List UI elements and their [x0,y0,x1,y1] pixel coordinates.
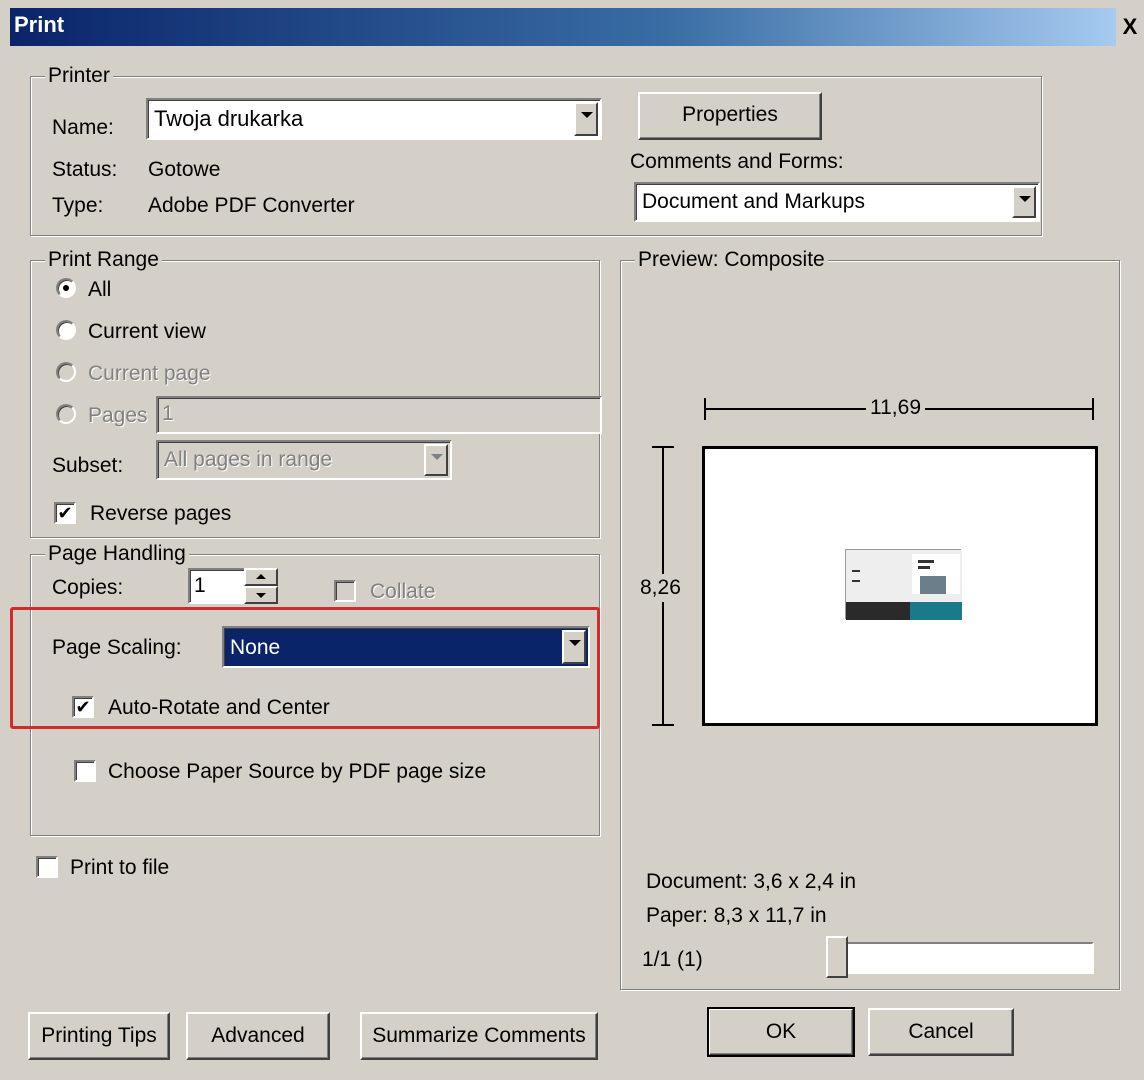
comments-forms-select[interactable]: Document and Markups [634,182,1040,222]
printer-name-value: Twoja drukarka [154,106,304,131]
page-indicator: 1/1 (1) [642,948,703,971]
page-scaling-value: None [230,636,281,659]
radio-pages[interactable] [56,404,76,424]
radio-current-view-label: Current view [88,320,206,343]
printer-type-label: Type: [52,194,104,217]
printer-name-select[interactable]: Twoja drukarka [146,98,602,140]
radio-current-page[interactable] [56,362,76,382]
subset-select[interactable]: All pages in range [156,440,452,480]
printer-name-label: Name: [52,116,114,139]
preview-legend: Preview: Composite [635,248,828,272]
print-range-group: Print Range [30,248,600,538]
paper-size: Paper: 8,3 x 11,7 in [646,904,827,927]
copies-label: Copies: [52,576,124,599]
print-to-file-checkbox[interactable] [36,856,58,878]
page-slider-thumb[interactable] [826,936,848,978]
printer-status-value: Gotowe [148,158,221,181]
height-dimension-tick-top [652,446,674,448]
print-to-file-label: Print to file [70,856,170,879]
radio-all[interactable] [56,278,76,298]
print-range-legend: Print Range [45,248,162,272]
radio-pages-label: Pages [88,404,148,427]
radio-current-view[interactable] [56,320,76,340]
collate-checkbox[interactable] [334,580,356,602]
copies-value: 1 [194,574,206,597]
pages-input-value: 1 [162,402,174,425]
subset-value: All pages in range [164,448,333,471]
copies-input[interactable]: 1 [188,568,246,604]
close-button[interactable]: X [1118,14,1142,40]
comments-forms-value: Document and Markups [642,190,865,213]
preview-height-value: 8,26 [640,574,681,602]
pages-input[interactable]: 1 [156,396,602,434]
printing-tips-button[interactable]: Printing Tips [28,1012,170,1060]
printer-legend: Printer [45,64,113,88]
copies-stepper[interactable] [244,568,278,604]
document-size: Document: 3,6 x 2,4 in [646,870,857,893]
auto-rotate-label: Auto-Rotate and Center [108,696,330,719]
chevron-down-icon[interactable] [574,102,598,136]
document-thumbnail-icon [846,550,962,620]
chevron-down-icon[interactable] [424,444,448,476]
chevron-down-icon[interactable] [562,630,586,664]
radio-all-label: All [88,278,112,301]
summarize-comments-button[interactable]: Summarize Comments [360,1012,598,1060]
close-icon: X [1122,14,1138,39]
page-handling-legend: Page Handling [45,542,189,566]
auto-rotate-checkbox[interactable]: ✔ [72,696,94,718]
cancel-button[interactable]: Cancel [868,1008,1014,1056]
chevron-down-icon[interactable] [1012,186,1036,218]
page-scaling-select[interactable]: None [222,626,590,668]
printer-status-label: Status: [52,158,118,181]
width-dimension-tick-left [704,398,706,420]
radio-current-page-label: Current page [88,362,211,385]
preview-paper [702,446,1098,726]
paper-source-checkbox[interactable] [74,760,96,782]
stepper-up-icon[interactable] [244,568,278,586]
reverse-pages-label: Reverse pages [90,502,232,525]
comments-forms-label: Comments and Forms: [630,150,844,173]
properties-button[interactable]: Properties [638,92,822,140]
collate-label: Collate [370,580,436,603]
subset-label: Subset: [52,454,124,477]
printer-type-value: Adobe PDF Converter [148,194,355,217]
title-bar-fill [10,8,1116,46]
page-scaling-label: Page Scaling: [52,636,182,659]
window-title: Print [14,12,65,37]
reverse-pages-checkbox[interactable]: ✔ [54,502,76,524]
advanced-button[interactable]: Advanced [186,1012,330,1060]
paper-source-label: Choose Paper Source by PDF page size [108,760,487,783]
width-dimension-tick-right [1092,398,1094,420]
document-thumbnail [845,549,962,620]
preview-width-value: 11,69 [866,396,925,420]
page-slider-track[interactable] [828,942,1094,974]
stepper-down-icon[interactable] [244,586,278,604]
ok-button[interactable]: OK [707,1007,855,1057]
height-dimension-tick-bottom [652,724,674,726]
